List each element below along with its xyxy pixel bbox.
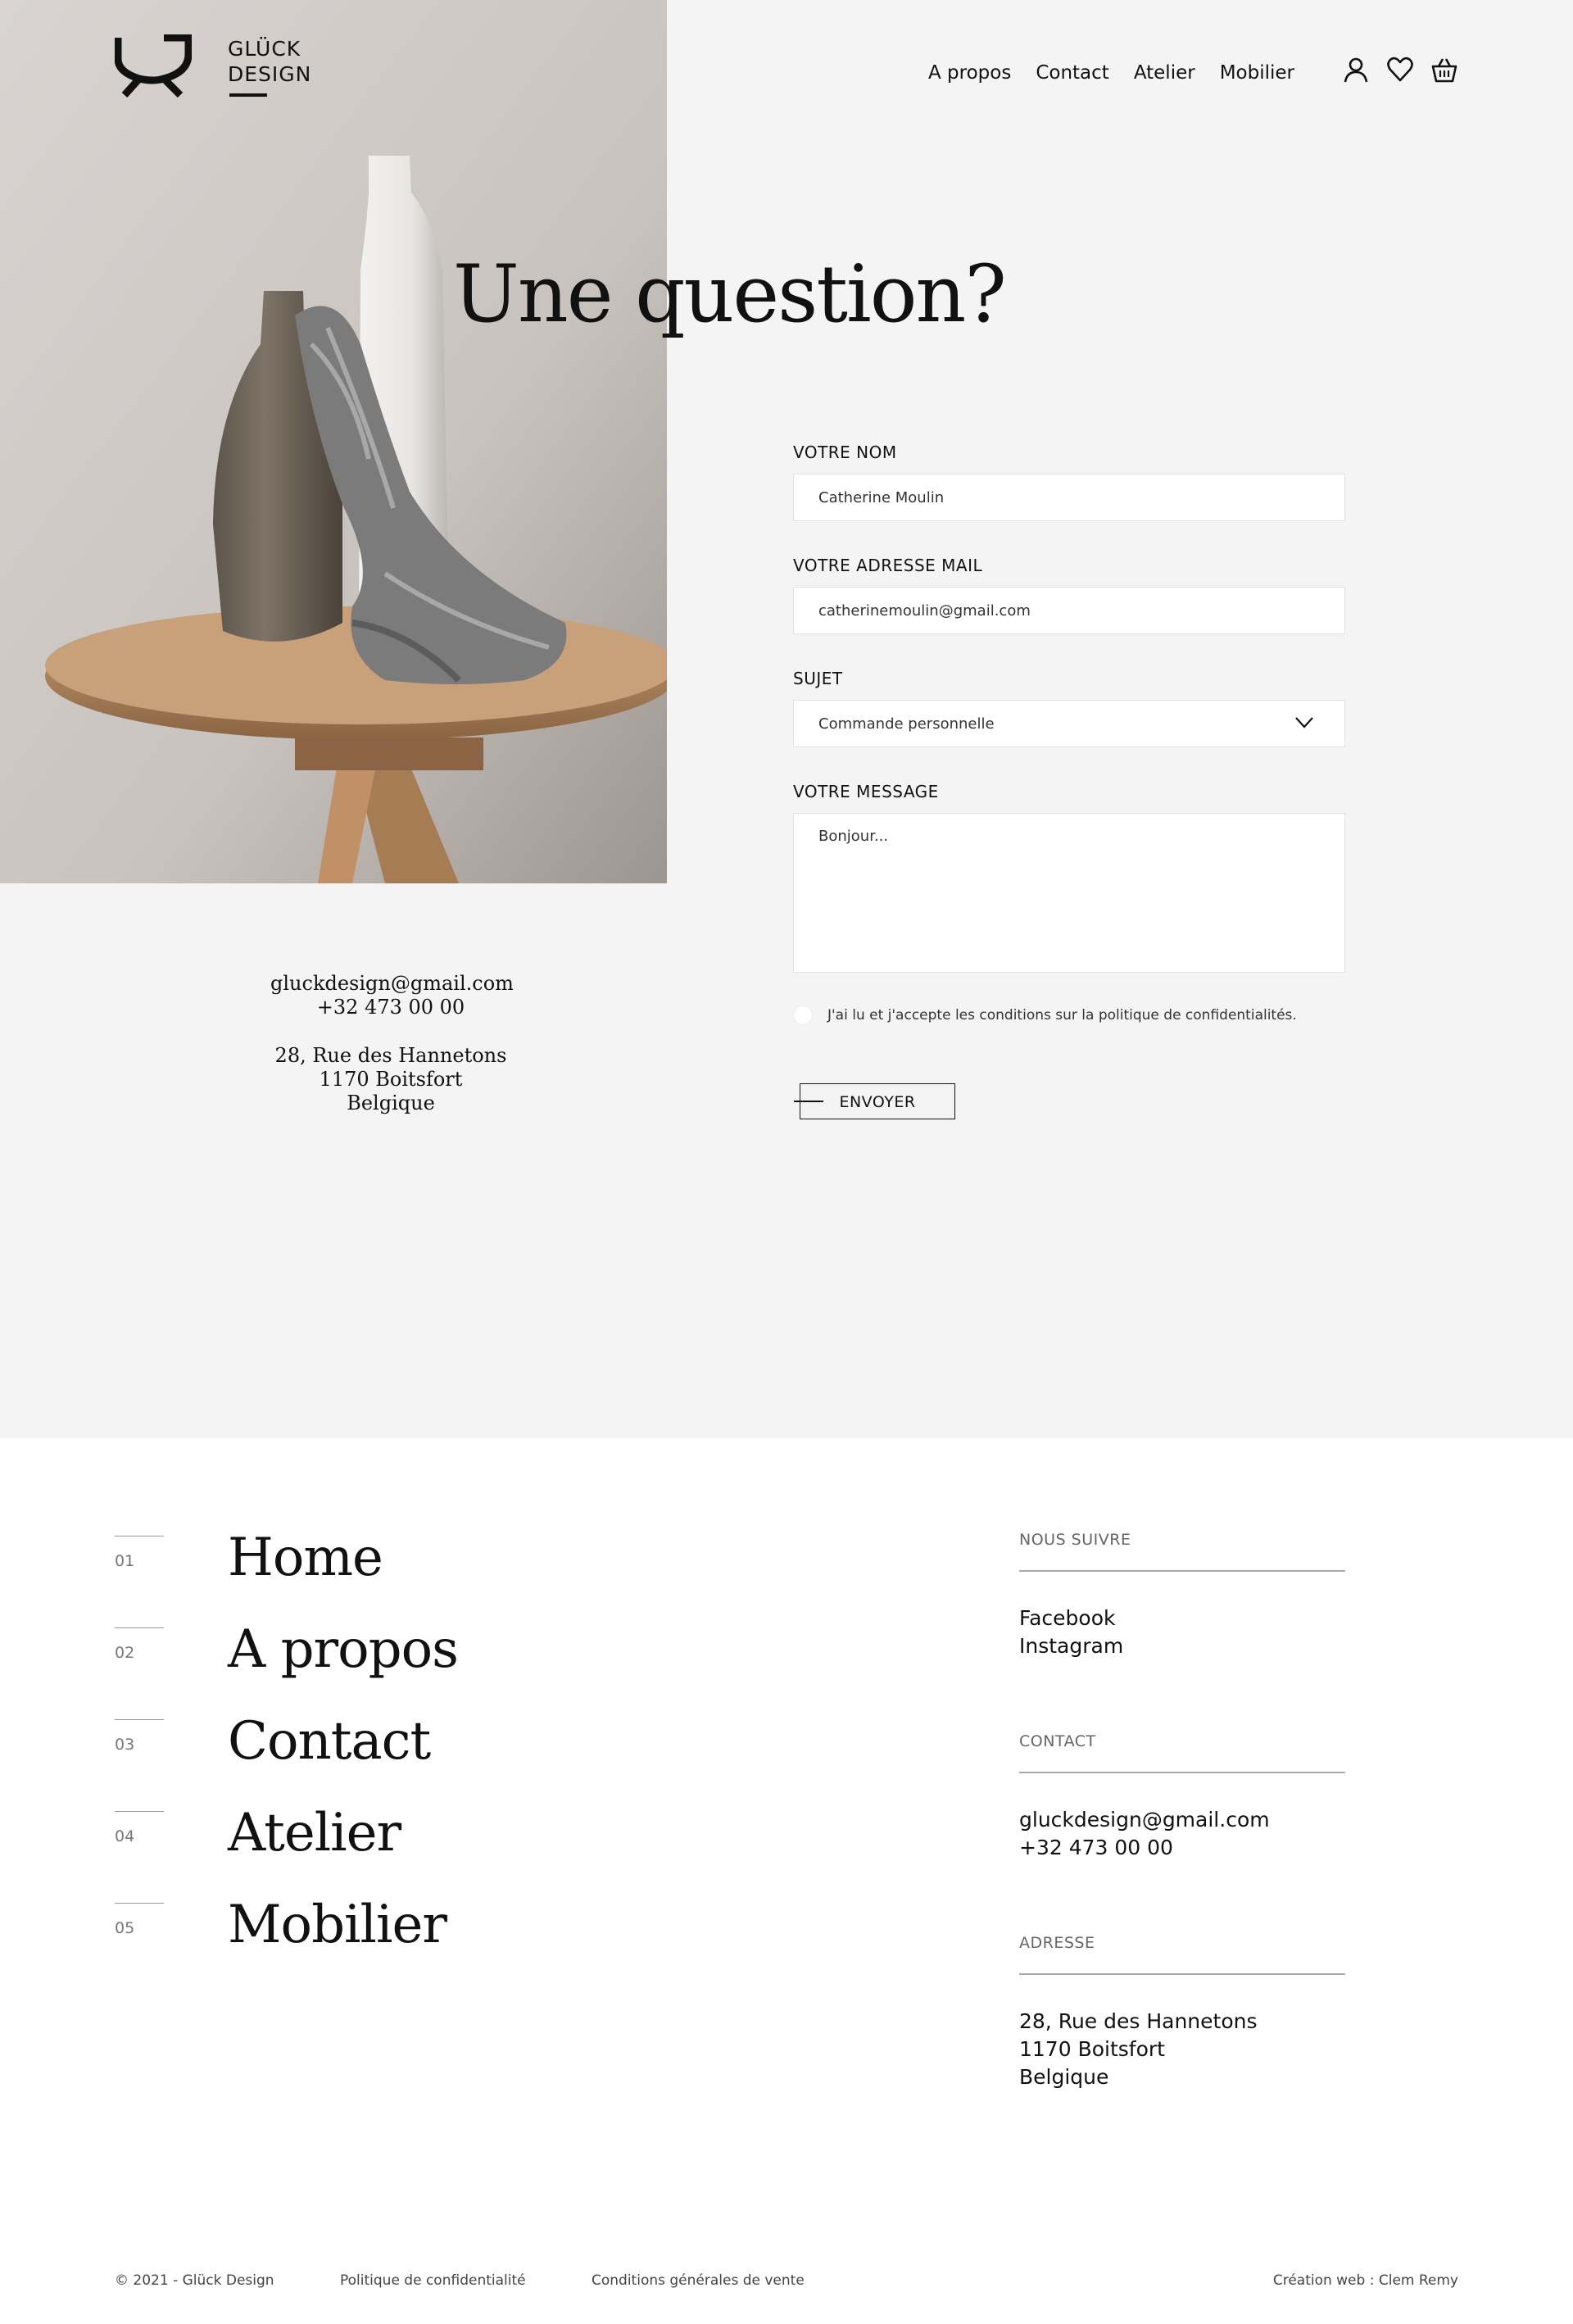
footer-email-link[interactable]: gluckdesign@gmail.com (1019, 1806, 1345, 1834)
consent-radio[interactable] (793, 1005, 813, 1025)
contact-street: 28, Rue des Hannetons (274, 1044, 507, 1067)
footer-nav-atelier[interactable]: 04 Atelier (115, 1803, 606, 1900)
footer-nav-contact[interactable]: 03 Contact (115, 1711, 606, 1808)
footer-nav-number: 05 (115, 1919, 135, 1937)
brand-line-1: GLÜCK (228, 37, 301, 61)
subject-select[interactable]: Commande personnelle (793, 700, 1345, 747)
footer-nav: 01 Home 02 A propos 03 Contact 04 Atelie… (115, 1527, 606, 1991)
brand-line-2: DESIGN (228, 62, 312, 86)
footer-nav-a-propos[interactable]: 02 A propos (115, 1619, 606, 1716)
footer-nav-home[interactable]: 01 Home (115, 1527, 606, 1624)
footer-nav-rule (115, 1903, 164, 1904)
contact-form: VOTRE NOM Catherine Moulin VOTRE ADRESSE… (793, 443, 1345, 1119)
copyright: © 2021 - Glück Design (115, 2272, 274, 2289)
instagram-link[interactable]: Instagram (1019, 1632, 1345, 1660)
user-icon[interactable] (1342, 56, 1370, 84)
chevron-down-icon (1295, 717, 1313, 729)
footer-nav-label: Mobilier (228, 1895, 447, 1955)
brand-name: GLÜCK DESIGN (228, 36, 311, 87)
footer-address-title: ADRESSE (1019, 1934, 1095, 1952)
footer-nav-label: Contact (228, 1711, 431, 1772)
terms-link[interactable]: Conditions générales de vente (592, 2272, 805, 2289)
credit-link[interactable]: Création web : Clem Remy (1273, 2272, 1458, 2289)
footer-nav-label: Home (228, 1527, 383, 1588)
footer-phone-link[interactable]: +32 473 00 00 (1019, 1834, 1345, 1862)
glueck-logo-icon (115, 34, 192, 98)
brand-underline (229, 93, 267, 97)
nav-contact[interactable]: Contact (1036, 62, 1108, 84)
main-nav: A propos Contact Atelier Mobilier (928, 62, 1319, 84)
footer-nav-number: 01 (115, 1552, 135, 1570)
heart-icon[interactable] (1386, 56, 1414, 84)
header-icons (1342, 56, 1458, 84)
contact-country: Belgique (347, 1092, 435, 1114)
footer-follow-column: NOUS SUIVRE Facebook Instagram (1019, 1531, 1345, 1660)
hero-photo (0, 0, 667, 883)
footer-follow-rule (1019, 1570, 1345, 1572)
contact-info: gluckdesign@gmail.com +32 473 00 00 28, … (270, 972, 514, 1115)
nav-mobilier[interactable]: Mobilier (1220, 62, 1294, 84)
footer-nav-rule (115, 1719, 164, 1720)
contact-phone[interactable]: +32 473 00 00 (270, 996, 511, 1019)
footer-nav-rule (115, 1811, 164, 1812)
privacy-link[interactable]: Politique de confidentialité (340, 2272, 526, 2289)
footer-contact-title: CONTACT (1019, 1732, 1096, 1750)
name-field[interactable]: Catherine Moulin (793, 474, 1345, 521)
footer-address-street: 28, Rue des Hannetons (1019, 2009, 1258, 2033)
footer-nav-number: 04 (115, 1827, 135, 1845)
consent-row: J'ai lu et j'accepte les conditions sur … (793, 1005, 1345, 1025)
message-textarea[interactable]: Bonjour... (793, 813, 1345, 973)
message-label: VOTRE MESSAGE (793, 782, 939, 801)
contact-city: 1170 Boitsfort (319, 1068, 463, 1091)
subject-value: Commande personnelle (818, 715, 995, 733)
footer-nav-rule (115, 1627, 164, 1628)
footer-nav-number: 02 (115, 1644, 135, 1662)
footer-address-country: Belgique (1019, 2065, 1109, 2089)
footer-contact-column: CONTACT gluckdesign@gmail.com +32 473 00… (1019, 1732, 1345, 1862)
subject-label: SUJET (793, 669, 843, 688)
send-label: ENVOYER (839, 1093, 916, 1111)
nav-atelier[interactable]: Atelier (1134, 62, 1195, 84)
facebook-link[interactable]: Facebook (1019, 1605, 1345, 1632)
footer-nav-label: Atelier (228, 1803, 401, 1863)
consent-text: J'ai lu et j'accepte les conditions sur … (827, 1007, 1297, 1024)
still-life-illustration (0, 0, 667, 883)
footer-address-city: 1170 Boitsfort (1019, 2037, 1165, 2061)
footer-nav-mobilier[interactable]: 05 Mobilier (115, 1895, 606, 1991)
email-field[interactable]: catherinemoulin@gmail.com (793, 587, 1345, 634)
basket-icon[interactable] (1430, 56, 1458, 84)
footer-nav-label: A propos (228, 1619, 459, 1680)
send-button[interactable]: ENVOYER (794, 1083, 955, 1119)
nav-a-propos[interactable]: A propos (928, 62, 1011, 84)
footer-address-column: ADRESSE 28, Rue des Hannetons 1170 Boits… (1019, 1934, 1345, 2091)
page-title: Une question? (453, 248, 1007, 340)
contact-email[interactable]: gluckdesign@gmail.com (270, 972, 514, 996)
email-label: VOTRE ADRESSE MAIL (793, 556, 983, 575)
footer-contact-rule (1019, 1772, 1345, 1773)
footer-nav-number: 03 (115, 1736, 135, 1754)
footer-address-rule (1019, 1973, 1345, 1975)
footer-follow-title: NOUS SUIVRE (1019, 1531, 1131, 1549)
name-label: VOTRE NOM (793, 443, 897, 462)
